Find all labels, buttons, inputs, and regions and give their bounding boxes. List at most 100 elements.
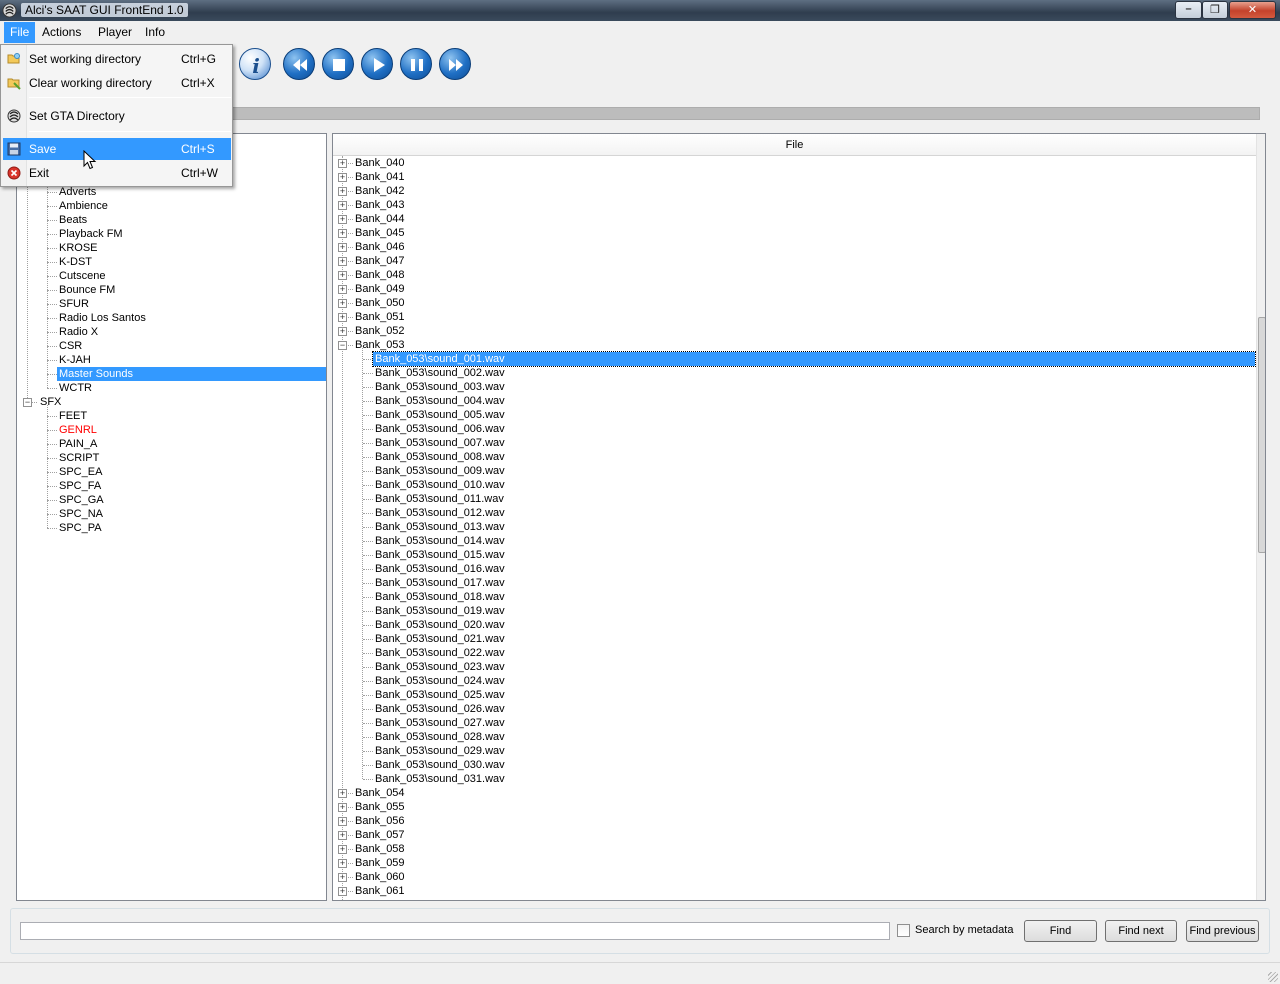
bank-node[interactable]: Bank_061 <box>353 884 407 898</box>
tree-item[interactable]: Bounce FM <box>57 283 117 297</box>
expand-icon[interactable]: + <box>338 831 347 840</box>
file-item[interactable]: Bank_053\sound_006.wav <box>373 422 507 436</box>
menu-set-gta-directory[interactable]: Set GTA Directory <box>3 105 231 127</box>
file-item[interactable]: Bank_053\sound_007.wav <box>373 436 507 450</box>
tree-item[interactable]: K-DST <box>57 255 94 269</box>
pause-button[interactable] <box>400 48 432 80</box>
menu-player[interactable]: Player <box>92 22 138 43</box>
expand-icon[interactable]: + <box>338 159 347 168</box>
file-item[interactable]: Bank_053\sound_021.wav <box>373 632 507 646</box>
file-item[interactable]: Bank_053\sound_022.wav <box>373 646 507 660</box>
tree-item[interactable]: Playback FM <box>57 227 125 241</box>
bank-node[interactable]: Bank_042 <box>353 184 407 198</box>
tree-item[interactable]: CSR <box>57 339 84 353</box>
maximize-button[interactable]: ❐ <box>1202 1 1228 19</box>
file-column-header[interactable]: File <box>333 134 1256 156</box>
bank-node[interactable]: Bank_059 <box>353 856 407 870</box>
file-item[interactable]: Bank_053\sound_002.wav <box>373 366 507 380</box>
menu-file[interactable]: File <box>4 22 36 43</box>
expand-icon[interactable]: + <box>338 201 347 210</box>
file-item[interactable]: Bank_053\sound_030.wav <box>373 758 507 772</box>
find-previous-button[interactable]: Find previous <box>1186 920 1259 942</box>
bank-node[interactable]: Bank_049 <box>353 282 407 296</box>
file-item[interactable]: Bank_053\sound_015.wav <box>373 548 507 562</box>
bank-node[interactable]: Bank_050 <box>353 296 407 310</box>
file-item[interactable]: Bank_053\sound_008.wav <box>373 450 507 464</box>
file-tree[interactable]: File + Bank_040 + Bank_041 + Bank_042 + Bank_04… <box>332 133 1266 901</box>
bank-node[interactable]: Bank_056 <box>353 814 407 828</box>
bank-node[interactable]: Bank_052 <box>353 324 407 338</box>
tree-item[interactable]: FEET <box>57 409 89 423</box>
tree-item[interactable]: Ambience <box>57 199 110 213</box>
scrollbar-thumb[interactable] <box>1258 317 1265 553</box>
file-item[interactable]: Bank_053\sound_004.wav <box>373 394 507 408</box>
file-item[interactable]: Bank_053\sound_013.wav <box>373 520 507 534</box>
file-item[interactable]: Bank_053\sound_020.wav <box>373 618 507 632</box>
bank-node[interactable]: Bank_051 <box>353 310 407 324</box>
file-item[interactable]: Bank_053\sound_025.wav <box>373 688 507 702</box>
expand-icon[interactable]: + <box>338 887 347 896</box>
file-item[interactable]: Bank_053\sound_011.wav <box>373 492 506 506</box>
file-item[interactable]: Bank_053\sound_026.wav <box>373 702 507 716</box>
rewind-button[interactable] <box>283 48 315 80</box>
tree-item[interactable]: Adverts <box>57 185 98 199</box>
file-item[interactable]: Bank_053\sound_024.wav <box>373 674 507 688</box>
playback-progress-bar[interactable] <box>232 107 1260 120</box>
file-item[interactable]: Bank_053\sound_017.wav <box>373 576 507 590</box>
expand-icon[interactable]: + <box>338 789 347 798</box>
expand-icon[interactable]: + <box>338 873 347 882</box>
bank-node[interactable]: Bank_041 <box>353 170 407 184</box>
menu-exit[interactable]: Exit Ctrl+W <box>3 162 231 184</box>
file-item[interactable]: Bank_053\sound_003.wav <box>373 380 507 394</box>
find-next-button[interactable]: Find next <box>1105 920 1177 942</box>
file-item[interactable]: Bank_053\sound_001.wav <box>372 351 1256 367</box>
tree-item[interactable]: Radio Los Santos <box>57 311 148 325</box>
expand-icon[interactable]: + <box>338 215 347 224</box>
bank-node[interactable]: Bank_048 <box>353 268 407 282</box>
expand-icon[interactable]: + <box>338 803 347 812</box>
close-button[interactable]: ✕ <box>1229 1 1276 19</box>
expand-icon[interactable]: + <box>338 313 347 322</box>
file-item[interactable]: Bank_053\sound_019.wav <box>373 604 507 618</box>
tree-item[interactable]: K-JAH <box>57 353 93 367</box>
expand-icon[interactable]: + <box>338 187 347 196</box>
tree-item[interactable]: Radio X <box>57 325 100 339</box>
menu-set-working-directory[interactable]: Set working directory Ctrl+G <box>3 48 231 70</box>
bank-node[interactable]: Bank_046 <box>353 240 407 254</box>
tree-item[interactable]: WCTR <box>57 381 94 395</box>
collapse-icon[interactable]: − <box>338 341 347 350</box>
bank-node[interactable]: Bank_040 <box>353 156 407 170</box>
play-button[interactable] <box>361 48 393 80</box>
file-item[interactable]: Bank_053\sound_012.wav <box>373 506 507 520</box>
tree-item[interactable]: SPC_FA <box>57 479 103 493</box>
expand-icon[interactable]: + <box>338 285 347 294</box>
file-item[interactable]: Bank_053\sound_027.wav <box>373 716 507 730</box>
file-tree-scrollbar[interactable] <box>1256 134 1265 900</box>
tree-item[interactable]: SPC_NA <box>57 507 105 521</box>
expand-icon[interactable]: + <box>338 271 347 280</box>
collapse-icon[interactable]: − <box>23 398 32 407</box>
stop-button[interactable] <box>322 48 354 80</box>
file-item[interactable]: Bank_053\sound_029.wav <box>373 744 507 758</box>
menu-info[interactable]: Info <box>139 22 171 43</box>
bank-node[interactable]: Bank_045 <box>353 226 407 240</box>
file-item[interactable]: Bank_053\sound_014.wav <box>373 534 507 548</box>
tree-item[interactable]: Beats <box>57 213 89 227</box>
tree-item[interactable]: SPC_EA <box>57 465 104 479</box>
menu-clear-working-directory[interactable]: Clear working directory Ctrl+X <box>3 72 231 94</box>
search-input[interactable] <box>20 922 890 940</box>
search-by-metadata-checkbox[interactable] <box>897 924 910 937</box>
file-item[interactable]: Bank_053\sound_023.wav <box>373 660 507 674</box>
file-item[interactable]: Bank_053\sound_028.wav <box>373 730 507 744</box>
tree-item[interactable]: SFUR <box>57 297 91 311</box>
tree-item[interactable]: GENRL <box>57 423 99 437</box>
expand-icon[interactable]: + <box>338 299 347 308</box>
file-item[interactable]: Bank_053\sound_016.wav <box>373 562 507 576</box>
expand-icon[interactable]: + <box>338 229 347 238</box>
category-tree[interactable]: Adverts Ambience Beats Playback FM KROSE K-DS… <box>16 133 327 901</box>
file-item[interactable]: Bank_053\sound_018.wav <box>373 590 507 604</box>
tree-item[interactable]: Cutscene <box>57 269 107 283</box>
expand-icon[interactable]: + <box>338 243 347 252</box>
file-item[interactable]: Bank_053\sound_010.wav <box>373 478 507 492</box>
tree-item[interactable]: SPC_PA <box>57 521 104 535</box>
